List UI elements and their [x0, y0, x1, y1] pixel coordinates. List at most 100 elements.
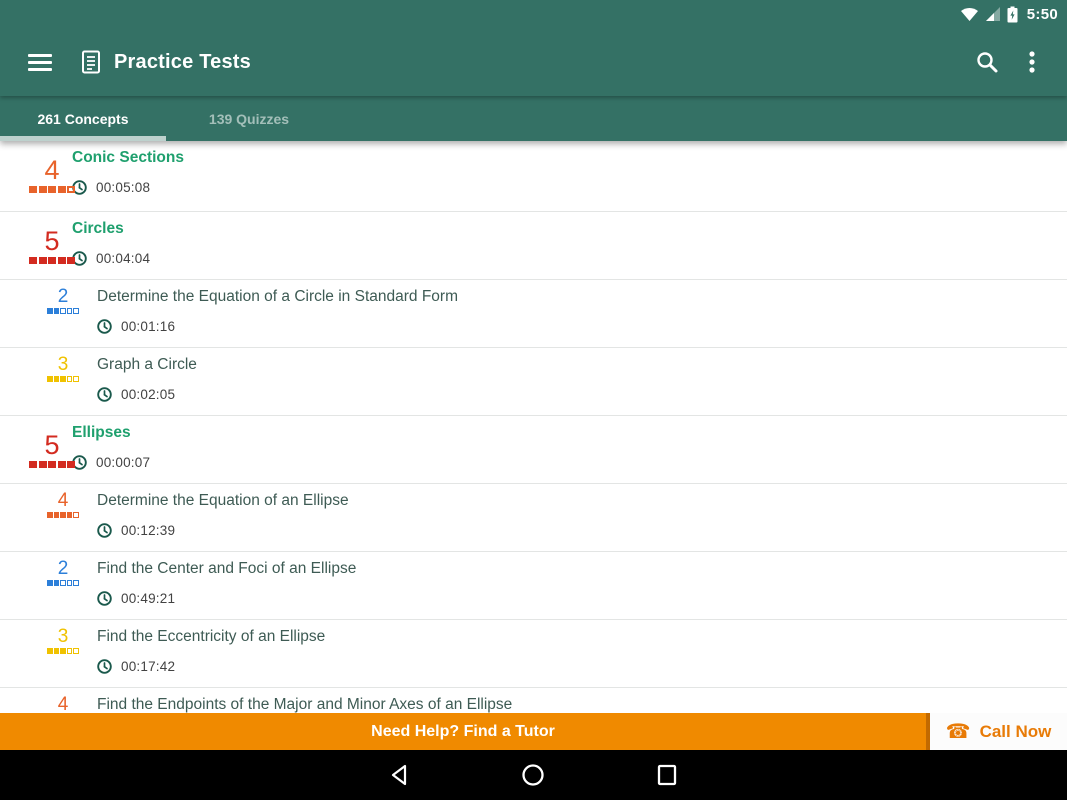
- item-title: Circles: [72, 220, 124, 237]
- difficulty-number: 3: [57, 626, 69, 647]
- list-item[interactable]: 3 Graph a Circle 00:02:05: [0, 348, 1067, 416]
- difficulty-squares: [29, 186, 75, 193]
- difficulty-badge: 2: [47, 559, 80, 586]
- tab-bar: 261 Concepts 139 Quizzes: [0, 96, 1067, 141]
- item-duration: 00:49:21: [121, 591, 176, 606]
- list-item[interactable]: 4 Conic Sections 00:05:08: [0, 141, 1067, 212]
- difficulty-square-filled: [67, 461, 75, 468]
- app-screen: 5:50 Practice Tests 261 Concepts 139 Qui…: [0, 0, 1067, 800]
- difficulty-badge: 4: [29, 157, 75, 193]
- difficulty-square-filled: [29, 186, 37, 193]
- recents-icon[interactable]: [656, 763, 678, 787]
- difficulty-square-filled: [53, 308, 59, 314]
- practice-tests-doc-icon: [81, 50, 101, 74]
- difficulty-badge: 3: [47, 355, 79, 382]
- difficulty-square-filled: [38, 257, 47, 264]
- difficulty-square-hollow: [60, 580, 66, 586]
- tab-concepts[interactable]: 261 Concepts: [0, 96, 166, 141]
- difficulty-square-hollow: [73, 512, 80, 518]
- tab-quizzes[interactable]: 139 Quizzes: [166, 96, 332, 141]
- find-tutor-button[interactable]: Need Help? Find a Tutor: [0, 713, 926, 750]
- home-icon[interactable]: [521, 763, 545, 787]
- difficulty-square-hollow: [66, 580, 73, 586]
- difficulty-square-filled: [48, 461, 56, 468]
- difficulty-number: 4: [57, 490, 69, 511]
- page-title: Practice Tests: [114, 50, 251, 73]
- clock-icon: [97, 659, 112, 674]
- difficulty-square-filled: [57, 461, 66, 468]
- difficulty-squares: [47, 308, 80, 314]
- difficulty-square-filled: [53, 580, 59, 586]
- cellular-signal-icon: [985, 7, 1000, 21]
- difficulty-number: 4: [57, 694, 69, 715]
- item-time-row: 00:02:05: [97, 387, 1067, 402]
- difficulty-square-filled: [66, 512, 73, 518]
- call-now-button[interactable]: ☎ Call Now: [926, 713, 1067, 750]
- item-duration: 00:01:16: [121, 319, 176, 334]
- search-icon[interactable]: [975, 50, 999, 74]
- difficulty-square-hollow: [66, 308, 73, 314]
- list-item[interactable]: 2 Determine the Equation of a Circle in …: [0, 280, 1067, 348]
- active-tab-indicator: [0, 136, 166, 141]
- difficulty-number: 3: [57, 354, 69, 375]
- tutor-banner: Need Help? Find a Tutor ☎ Call Now: [0, 713, 1067, 750]
- list-item[interactable]: 2 Find the Center and Foci of an Ellipse…: [0, 552, 1067, 620]
- item-time-row: 00:49:21: [97, 591, 1067, 606]
- item-title: Determine the Equation of a Circle in St…: [97, 288, 458, 305]
- overflow-menu-icon[interactable]: [1029, 50, 1035, 74]
- difficulty-squares: [46, 512, 80, 518]
- phone-icon: ☎: [945, 720, 971, 743]
- item-time-row: 00:17:42: [97, 659, 1067, 674]
- item-title: Find the Eccentricity of an Ellipse: [97, 628, 326, 645]
- menu-icon[interactable]: [28, 50, 52, 75]
- difficulty-squares: [29, 461, 75, 468]
- clock-icon: [97, 523, 112, 538]
- item-duration: 00:00:07: [96, 455, 151, 470]
- difficulty-square-hollow: [67, 186, 75, 193]
- difficulty-squares: [47, 580, 80, 586]
- difficulty-squares: [29, 257, 75, 264]
- back-icon[interactable]: [389, 763, 411, 787]
- item-title: Conic Sections: [72, 149, 184, 166]
- clock-icon: [97, 387, 112, 402]
- difficulty-badge: 4: [46, 490, 80, 518]
- difficulty-square-filled: [53, 512, 60, 518]
- item-title: Ellipses: [72, 424, 131, 441]
- item-title: Graph a Circle: [97, 356, 197, 373]
- difficulty-square-filled: [46, 512, 53, 518]
- navigation-bar: [0, 750, 1067, 800]
- difficulty-square-hollow: [60, 308, 66, 314]
- difficulty-square-filled: [67, 257, 75, 264]
- difficulty-square-filled: [53, 648, 60, 654]
- item-title: Determine the Equation of an Ellipse: [97, 492, 349, 509]
- app-bar: Practice Tests: [0, 28, 1067, 96]
- difficulty-number: 2: [57, 286, 69, 307]
- difficulty-square-filled: [29, 257, 37, 264]
- item-duration: 00:05:08: [96, 180, 151, 195]
- difficulty-badge: 5: [29, 432, 75, 468]
- difficulty-square-hollow: [66, 648, 73, 654]
- difficulty-badge: 5: [29, 228, 75, 264]
- concept-list: 4 Conic Sections 00:05:08 5 Circles 00:0…: [0, 141, 1067, 800]
- list-item[interactable]: 4 Determine the Equation of an Ellipse 0…: [0, 484, 1067, 552]
- difficulty-number: 5: [44, 430, 60, 460]
- item-time-row: 00:00:07: [72, 455, 1067, 470]
- clock-icon: [97, 591, 112, 606]
- difficulty-square-filled: [47, 308, 53, 314]
- item-duration: 00:17:42: [121, 659, 176, 674]
- difficulty-badge: 3: [47, 627, 79, 654]
- difficulty-square-hollow: [73, 308, 80, 314]
- list-item[interactable]: 3 Find the Eccentricity of an Ellipse 00…: [0, 620, 1067, 688]
- difficulty-square-filled: [38, 186, 47, 193]
- difficulty-square-hollow: [73, 648, 79, 654]
- difficulty-number: 5: [44, 226, 60, 256]
- wifi-icon: [960, 7, 978, 21]
- status-time: 5:50: [1026, 5, 1058, 23]
- difficulty-square-hollow: [66, 376, 73, 382]
- list-item[interactable]: 5 Circles 00:04:04: [0, 212, 1067, 280]
- clock-icon: [97, 319, 112, 334]
- list-item[interactable]: 5 Ellipses 00:00:07: [0, 416, 1067, 484]
- difficulty-squares: [47, 376, 79, 382]
- difficulty-number: 4: [44, 155, 60, 185]
- item-time-row: 00:01:16: [97, 319, 1067, 334]
